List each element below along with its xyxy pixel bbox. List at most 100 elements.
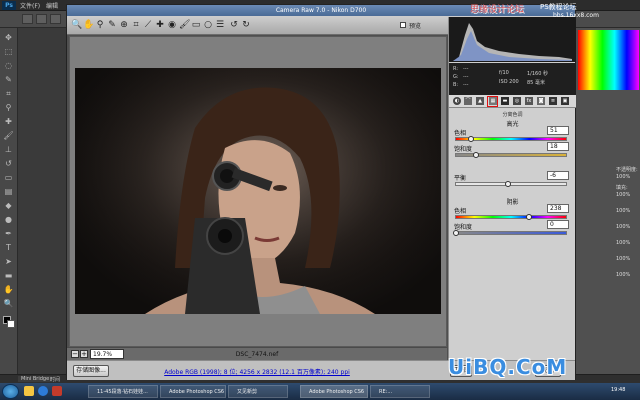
shadows-saturation-input[interactable]: 0	[547, 220, 569, 229]
r-label: R:	[453, 66, 459, 72]
eyedropper-tool-icon[interactable]: ⚲	[3, 102, 14, 113]
color-sampler-icon[interactable]: ✎	[107, 20, 117, 31]
fill-value[interactable]: 100%	[616, 192, 630, 198]
zoom-tool-icon[interactable]: 🔍	[3, 298, 14, 309]
type-tool-icon[interactable]: T	[3, 242, 14, 253]
menu-edit[interactable]: 编辑	[46, 1, 58, 10]
taskbar-item[interactable]: 又见新剪	[228, 385, 288, 398]
b-value: ---	[463, 82, 469, 88]
shadows-hue-label: 色相	[454, 208, 467, 215]
straighten-tool-icon[interactable]: ⟋	[143, 20, 153, 31]
menu-file[interactable]: 文件(F)	[20, 1, 40, 10]
path-select-icon[interactable]: ➤	[3, 256, 14, 267]
color-picker[interactable]	[578, 30, 639, 90]
layer-opacity: 100%	[616, 224, 631, 230]
panel-tabs: ◐ ⌒ ▲ ▦ ▬ ◎ fx ◙ ≡ ▣	[449, 95, 576, 108]
shadows-saturation-slider[interactable]	[453, 230, 567, 236]
balance-slider[interactable]	[455, 181, 567, 187]
explorer-icon[interactable]	[24, 386, 34, 396]
slider-thumb[interactable]	[472, 152, 479, 158]
eraser-tool-icon[interactable]: ▭	[3, 172, 14, 183]
blur-tool-icon[interactable]: ◆	[3, 200, 14, 211]
photo-illustration	[75, 68, 441, 314]
workflow-options-link[interactable]: Adobe RGB (1998); 8 位; 4256 x 2832 (12.1…	[67, 367, 447, 376]
options-button[interactable]	[36, 14, 47, 24]
tab-effects-icon[interactable]: fx	[525, 97, 533, 105]
quick-select-icon[interactable]: ✎	[3, 74, 14, 85]
hand-tool-icon[interactable]: ✋	[83, 20, 94, 31]
lasso-tool-icon[interactable]: ◌	[3, 60, 14, 71]
tab-camera-calibration-icon[interactable]: ◙	[537, 97, 545, 105]
background-color-swatch[interactable]	[7, 320, 15, 328]
preview-checkbox[interactable]	[400, 22, 406, 28]
stamp-tool-icon[interactable]: ⊥	[3, 144, 14, 155]
spot-removal-icon[interactable]: ✚	[155, 20, 165, 31]
taskbar-item[interactable]: RE:...	[370, 385, 430, 398]
taskbar-item[interactable]: Adobe Photoshop CS6	[160, 385, 226, 398]
crop-tool-icon[interactable]: ⌗	[131, 20, 141, 31]
mini-bridge-tab[interactable]: Mini Bridge	[18, 376, 53, 382]
slider-thumb[interactable]	[453, 230, 459, 236]
highlights-saturation-slider[interactable]	[455, 152, 567, 158]
white-balance-tool-icon[interactable]: ⚲	[95, 20, 105, 31]
balance-label: 平衡	[454, 175, 467, 182]
highlights-saturation-label: 饱和度	[454, 146, 473, 153]
healing-tool-icon[interactable]: ✚	[3, 116, 14, 127]
shadows-hue-input[interactable]: 238	[547, 204, 569, 213]
tab-lens-icon[interactable]: ◎	[513, 97, 521, 105]
browser-icon[interactable]	[38, 386, 48, 396]
highlights-saturation-input[interactable]: 18	[547, 142, 569, 151]
preview-photo	[75, 68, 441, 314]
adjustment-panel: R: --- G: --- B: --- f/10 1/160 秒 ISO 20…	[448, 17, 576, 360]
options-button[interactable]	[50, 14, 61, 24]
pen-tool-icon[interactable]: ✒	[3, 228, 14, 239]
radial-filter-icon[interactable]: ○	[203, 20, 213, 31]
zoom-tool-icon[interactable]: 🔍	[71, 20, 82, 31]
image-preview-area[interactable]	[69, 36, 447, 347]
tab-presets-icon[interactable]: ≡	[549, 97, 557, 105]
start-button-icon[interactable]	[2, 384, 19, 399]
rotate-left-icon[interactable]: ↺	[229, 20, 239, 31]
rotate-right-icon[interactable]: ↻	[241, 20, 251, 31]
r-value: ---	[463, 66, 469, 72]
balance-input[interactable]: -6	[547, 171, 569, 180]
slider-thumb[interactable]	[525, 214, 532, 220]
history-brush-icon[interactable]: ↺	[3, 158, 14, 169]
gradient-tool-icon[interactable]: ▤	[3, 186, 14, 197]
system-clock: 19:48	[611, 387, 626, 393]
brush-tool-icon[interactable]: 🖌	[3, 130, 14, 141]
tab-basic-icon[interactable]: ◐	[453, 97, 461, 105]
crop-tool-icon[interactable]: ⌗	[3, 88, 14, 99]
slider-thumb[interactable]	[504, 181, 511, 187]
taskbar-item[interactable]: 11-45段落·钻石娃娃...	[88, 385, 158, 398]
preview-statusbar: − + 19.7% DSC_7474.nef	[67, 347, 447, 360]
preferences-icon[interactable]: ☰	[215, 20, 225, 31]
adjustment-brush-icon[interactable]: 🖌	[179, 20, 190, 31]
marquee-tool-icon[interactable]: ⬚	[3, 46, 14, 57]
hand-tool-icon[interactable]: ✋	[3, 284, 14, 295]
tab-snapshots-icon[interactable]: ▣	[561, 97, 569, 105]
taskbar-item-active[interactable]: Adobe Photoshop CS6	[300, 385, 368, 398]
shape-tool-icon[interactable]: ▬	[3, 270, 14, 281]
options-button[interactable]	[22, 14, 33, 24]
b-label: B:	[453, 82, 459, 88]
highlights-hue-slider[interactable]	[455, 136, 567, 142]
windows-taskbar: 11-45段落·钻石娃娃... Adobe Photoshop CS6 又见新剪…	[0, 383, 640, 400]
dodge-tool-icon[interactable]: ●	[3, 214, 14, 225]
timeline-tab[interactable]: 时间	[50, 376, 60, 383]
tab-split-toning-highlight	[487, 96, 498, 107]
graduated-filter-icon[interactable]: ▭	[191, 20, 201, 31]
move-tool-icon[interactable]: ✥	[3, 32, 14, 43]
opacity-value[interactable]: 100%	[616, 174, 630, 180]
slider-thumb[interactable]	[468, 136, 475, 142]
shadows-hue-slider[interactable]	[455, 214, 567, 220]
tab-split-toning-icon[interactable]: ▬	[501, 97, 509, 105]
histogram-info: R: --- G: --- B: --- f/10 1/160 秒 ISO 20…	[449, 63, 576, 95]
split-toning-panel: 高光 色相 51 饱和度 18 平衡 -6 阴影 色相 238 饱和度 0	[449, 118, 576, 318]
red-eye-icon[interactable]: ◉	[167, 20, 177, 31]
highlights-hue-input[interactable]: 51	[547, 126, 569, 135]
targeted-adjust-icon[interactable]: ⊕	[119, 20, 129, 31]
tab-tone-curve-icon[interactable]: ⌒	[464, 97, 472, 105]
tab-detail-icon[interactable]: ▲	[476, 97, 484, 105]
media-icon[interactable]	[52, 386, 62, 396]
